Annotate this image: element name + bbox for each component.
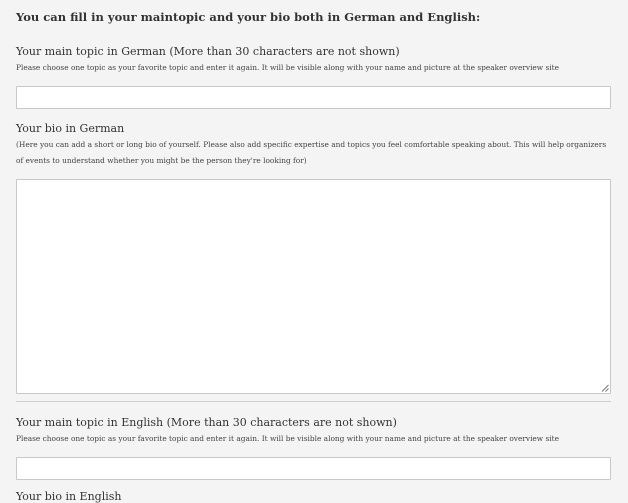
german-topic-input[interactable] bbox=[16, 86, 611, 109]
section-divider bbox=[16, 401, 611, 402]
german-bio-textarea[interactable] bbox=[16, 179, 611, 394]
english-topic-help: Please choose one topic as your favorite… bbox=[16, 434, 559, 443]
english-topic-input[interactable] bbox=[16, 457, 611, 480]
german-bio-label: Your bio in German bbox=[16, 122, 125, 135]
german-topic-help: Please choose one topic as your favorite… bbox=[16, 63, 559, 72]
english-topic-label: Your main topic in English (More than 30… bbox=[16, 416, 397, 429]
german-bio-help: (Here you can add a short or long bio of… bbox=[16, 140, 607, 165]
resize-handle-icon[interactable] bbox=[601, 384, 609, 392]
section-heading: You can fill in your maintopic and your … bbox=[16, 10, 481, 24]
german-topic-label: Your main topic in German (More than 30 … bbox=[16, 45, 400, 58]
